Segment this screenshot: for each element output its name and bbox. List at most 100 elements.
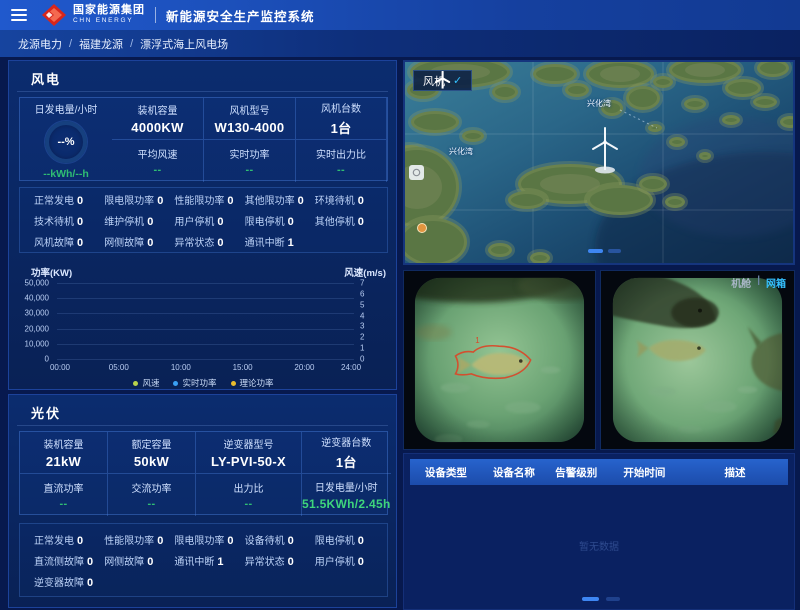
satellite-map[interactable]: 风机 ✓ 兴化湾 兴化湾	[403, 60, 795, 265]
stat-label: 平均风速	[138, 146, 178, 161]
stat-label: 额定容量	[132, 436, 172, 451]
stat-output-ratio: 实时出力比 --	[296, 140, 387, 182]
plot-area	[57, 283, 354, 359]
legend-item-realtime-power[interactable]: 实时功率	[173, 377, 216, 389]
brand-name-cn: 国家能源集团	[73, 5, 145, 16]
breadcrumb-item-region[interactable]: 福建龙源	[79, 36, 123, 52]
underwater-camera-feed-2[interactable]: 机舱 | 网箱	[600, 270, 795, 450]
stat-installed-capacity: 装机容量 4000KW	[112, 98, 204, 140]
stat-dc-power: 直流功率 --	[20, 474, 108, 516]
gridline	[57, 313, 354, 314]
tick-label: 0	[45, 355, 49, 364]
alarm-table: 设备类型 设备名称 告警级别 开始时间 描述 暂无数据	[403, 453, 795, 610]
pagination-dash-active[interactable]	[582, 597, 599, 601]
stat-label: 风机台数	[321, 100, 361, 115]
pagination-dash[interactable]	[606, 597, 620, 601]
pv-panel-title: 光伏	[31, 403, 61, 422]
breadcrumb-separator: /	[130, 38, 133, 50]
status-item: 限电停机0	[315, 532, 385, 547]
tab-nacelle[interactable]: 机舱	[731, 275, 751, 290]
stat-value: 21kW	[46, 454, 81, 469]
stat-label: 实时功率	[230, 146, 270, 161]
camera-image	[601, 271, 794, 449]
topbar-divider	[155, 7, 156, 23]
status-item: 维护停机0	[104, 213, 174, 228]
y-axis-title-left: 功率(KW)	[31, 265, 72, 279]
legend-item-theoretical-power[interactable]: 理论功率	[231, 377, 274, 389]
stat-label: 直流功率	[44, 480, 84, 495]
status-item: 正常发电0	[34, 532, 104, 547]
brand-name-en: CHN ENERGY	[73, 18, 145, 25]
legend-dot-icon	[133, 381, 138, 386]
stat-label: 日发电量/小时	[315, 479, 378, 494]
stat-installed-capacity: 装机容量 21kW	[20, 432, 108, 474]
column-device-type: 设备类型	[410, 465, 482, 480]
map-marker-icon[interactable]	[418, 224, 427, 233]
wind-stats-box: 装机容量 4000KW 风机型号 W130-4000 风机台数 1台 日发电量/…	[19, 97, 388, 181]
gridline	[57, 359, 354, 360]
gridline	[57, 329, 354, 330]
top-bar: 国家能源集团 CHN ENERGY 新能源安全生产监控系统	[0, 0, 800, 30]
divider	[17, 425, 388, 426]
stat-ac-power: 交流功率 --	[108, 474, 196, 516]
brand: 国家能源集团 CHN ENERGY	[41, 3, 145, 27]
tick-label: 40,000	[25, 294, 49, 303]
breadcrumb-item-company[interactable]: 龙源电力	[18, 36, 62, 52]
gridline	[57, 283, 354, 284]
stat-label: 逆变器型号	[224, 436, 274, 451]
underwater-camera-feed-1[interactable]: 1	[403, 270, 596, 450]
stat-label: 实时出力比	[316, 146, 366, 161]
map-pagination-dash-active[interactable]	[588, 249, 603, 253]
map-pagination-dash[interactable]	[608, 249, 621, 253]
wind-power-chart: 功率(KW) 风速(m/s) 50,000 40,000 30,000 20,0…	[21, 259, 386, 389]
stat-value: --	[245, 498, 253, 510]
menu-icon[interactable]	[11, 6, 27, 24]
status-item: 直流侧故障0	[34, 553, 104, 568]
tick-label: 24:00	[341, 363, 361, 372]
breadcrumb-item-farm[interactable]: 漂浮式海上风电场	[140, 36, 228, 52]
stat-output-ratio: 出力比 --	[196, 474, 302, 516]
turbine-icon	[414, 71, 471, 90]
stat-value: --	[246, 164, 254, 176]
tick-label: 7	[360, 279, 364, 288]
tick-label: 10:00	[171, 363, 191, 372]
pv-stats-box: 装机容量 21kW 额定容量 50kW 逆变器型号 LY-PVI-50-X 逆变…	[19, 431, 388, 515]
wind-panel-title: 风电	[31, 69, 61, 88]
tab-net-cage[interactable]: 网箱	[766, 275, 786, 290]
stat-value: --	[60, 498, 68, 510]
alarm-table-header: 设备类型 设备名称 告警级别 开始时间 描述	[410, 459, 788, 485]
status-item: 其他停机0	[315, 213, 385, 228]
stat-rated-capacity: 额定容量 50kW	[108, 432, 196, 474]
daily-energy-gauge: 日发电量/小时 --% --kWh/--h	[20, 98, 112, 182]
legend-item-windspeed[interactable]: 风速	[133, 377, 159, 389]
map-control-icon[interactable]	[409, 165, 424, 180]
y-axis-ticks-right: 7 6 5 4 3 2 1 0	[356, 283, 386, 359]
legend-dot-icon	[231, 381, 236, 386]
stat-inverter-model: 逆变器型号 LY-PVI-50-X	[196, 432, 302, 474]
camera-image: 1	[404, 271, 595, 449]
tick-label: 3	[360, 322, 364, 331]
status-item: 性能限功率0	[104, 532, 174, 547]
tab-separator: |	[757, 275, 760, 290]
stat-value: W130-4000	[215, 120, 285, 135]
wind-turbine-layer-button[interactable]: 风机 ✓	[413, 70, 472, 91]
breadcrumb-separator: /	[69, 38, 72, 50]
status-item: 网侧故障0	[104, 234, 174, 249]
stat-avg-windspeed: 平均风速 --	[112, 140, 204, 182]
status-item: 性能限功率0	[174, 192, 244, 207]
status-item: 限电限功率0	[104, 192, 174, 207]
stat-daily-energy: 日发电量/小时 51.5KWh/2.45h	[302, 474, 391, 516]
tick-label: 20,000	[25, 324, 49, 333]
tick-label: 1	[360, 344, 364, 353]
status-item: 正常发电0	[34, 192, 104, 207]
column-device-name: 设备名称	[482, 465, 546, 480]
stat-value: 1台	[331, 118, 352, 137]
stat-realtime-power: 实时功率 --	[204, 140, 296, 182]
divider	[17, 91, 388, 92]
gridline	[57, 344, 354, 345]
column-alarm-level: 告警级别	[546, 465, 606, 480]
gauge-ring: --%	[45, 121, 87, 163]
pv-panel: 光伏 装机容量 21kW 额定容量 50kW 逆变器型号 LY-PVI-50-X…	[8, 394, 397, 608]
legend-dot-icon	[173, 381, 178, 386]
breadcrumb: 龙源电力 / 福建龙源 / 漂浮式海上风电场	[0, 30, 800, 57]
